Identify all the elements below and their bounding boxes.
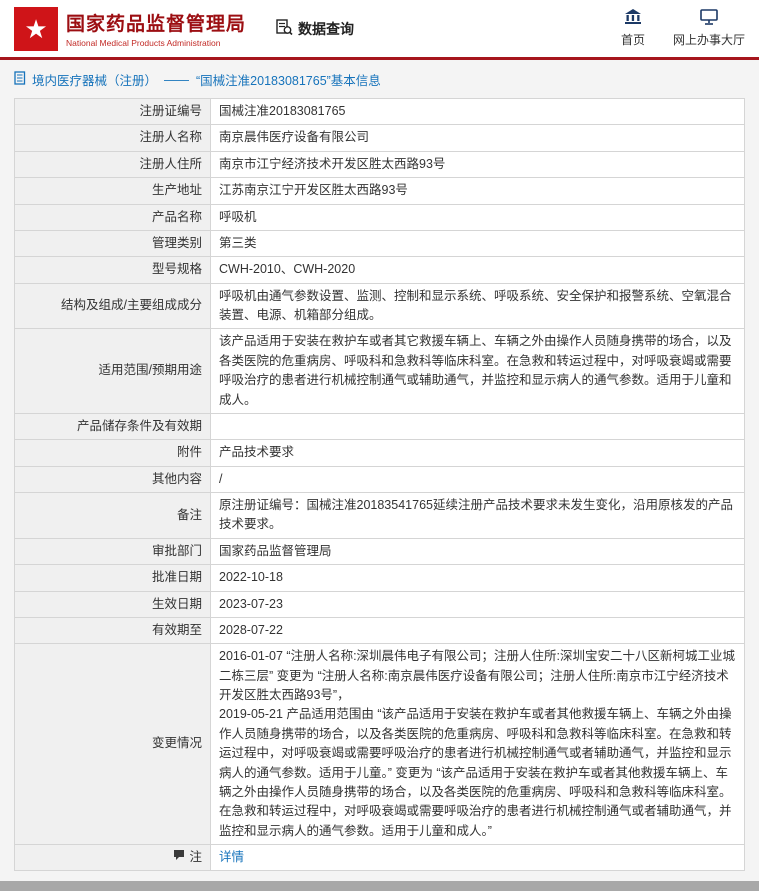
table-row: 有效期至 2028-07-22 — [14, 616, 745, 645]
row-value: 原注册证编号：国械注准20183541765延续注册产品技术要求未发生变化，沿用… — [210, 492, 745, 539]
breadcrumb-section-link[interactable]: 境内医疗器械（注册） — [32, 70, 157, 89]
nav-online-hall-label: 网上办事大厅 — [672, 33, 745, 47]
row-label: 结构及组成/主要组成成分 — [14, 282, 211, 330]
brand: ★ 国家药品监督管理局 National Medical Products Ad… — [14, 6, 246, 51]
row-label: 其他内容 — [14, 465, 211, 494]
row-value: 呼吸机由通气参数设置、监测、控制和显示系统、呼吸系统、安全保护和报警系统、空氧混… — [210, 282, 745, 330]
row-value: 该产品适用于安装在救护车或者其它救援车辆上、车辆之外由操作人员随身携带的场合，以… — [210, 328, 745, 414]
table-row: 注册证编号 国械注准20183081765 — [14, 97, 745, 126]
row-label: 型号规格 — [14, 256, 211, 284]
note-label-text: 注 — [189, 850, 202, 864]
row-value: 国械注准20183081765 — [210, 97, 745, 126]
brand-text: 国家药品监督管理局 National Medical Products Admi… — [66, 9, 246, 48]
document-icon — [14, 71, 27, 88]
online-hall-icon — [700, 9, 718, 28]
table-row-change-history: 变更情况 2016-01-07 “注册人名称:深圳晨伟电子有限公司；注册人住所:… — [14, 643, 745, 845]
note-icon — [173, 848, 185, 867]
breadcrumb: 境内医疗器械（注册） —— “国械注准20183081765”基本信息 — [14, 70, 745, 89]
table-row: 适用范围/预期用途 该产品适用于安装在救护车或者其它救援车辆上、车辆之外由操作人… — [14, 328, 745, 414]
row-value: 南京市江宁经济技术开发区胜太西路93号 — [210, 150, 745, 179]
row-value: 2028-07-22 — [210, 616, 745, 645]
nav-data-query[interactable]: 数据查询 — [276, 18, 355, 39]
row-value — [210, 412, 745, 441]
home-icon — [624, 9, 642, 28]
row-label: 附件 — [14, 439, 211, 467]
row-value: / — [210, 465, 745, 494]
row-label: 管理类别 — [14, 229, 211, 258]
table-row: 其他内容 / — [14, 465, 745, 494]
registration-info-table: 注册证编号 国械注准20183081765 注册人名称 南京晨伟医疗设备有限公司… — [14, 97, 745, 872]
row-value: 江苏南京江宁开发区胜太西路93号 — [210, 177, 745, 205]
row-value: 2022-10-18 — [210, 564, 745, 592]
data-query-magnifier-icon — [276, 18, 293, 39]
nmpa-logo-icon: ★ — [14, 6, 58, 51]
table-row: 产品储存条件及有效期 — [14, 412, 745, 441]
nav-home-label: 首页 — [620, 33, 645, 47]
row-value: 产品技术要求 — [210, 439, 745, 467]
table-row: 结构及组成/主要组成成分 呼吸机由通气参数设置、监测、控制和显示系统、呼吸系统、… — [14, 282, 745, 330]
agency-name-en: National Medical Products Administration — [66, 38, 221, 48]
table-row: 审批部门 国家药品监督管理局 — [14, 537, 745, 566]
table-row: 产品名称 呼吸机 — [14, 203, 745, 231]
row-label: 批准日期 — [14, 564, 211, 592]
row-value: 国家药品监督管理局 — [210, 537, 745, 566]
nav-online-hall[interactable]: 网上办事大厅 — [673, 9, 745, 48]
agency-name-cn: 国家药品监督管理局 — [66, 14, 247, 35]
row-label: 产品名称 — [14, 203, 211, 231]
site-header: ★ 国家药品监督管理局 National Medical Products Ad… — [0, 0, 759, 57]
row-label: 备注 — [14, 492, 211, 539]
row-label: 适用范围/预期用途 — [14, 328, 211, 414]
row-label: 产品储存条件及有效期 — [14, 412, 211, 441]
table-row-note: 注 详情 — [14, 843, 745, 872]
main-content: 境内医疗器械（注册） —— “国械注准20183081765”基本信息 注册证编… — [0, 70, 759, 872]
table-row: 注册人住所 南京市江宁经济技术开发区胜太西路93号 — [14, 150, 745, 179]
table-row: 型号规格 CWH-2010、CWH-2020 — [14, 256, 745, 284]
table-row: 管理类别 第三类 — [14, 229, 745, 258]
row-label: 注册人住所 — [14, 150, 211, 179]
table-row: 生效日期 2023-07-23 — [14, 590, 745, 618]
table-row: 附件 产品技术要求 — [14, 439, 745, 467]
table-row: 备注 原注册证编号：国械注准20183541765延续注册产品技术要求未发生变化… — [14, 492, 745, 539]
row-value: 第三类 — [210, 229, 745, 258]
row-value: 呼吸机 — [210, 203, 745, 231]
row-label: 生产地址 — [14, 177, 211, 205]
details-link[interactable]: 详情 — [219, 850, 244, 864]
table-row: 注册人名称 南京晨伟医疗设备有限公司 — [14, 124, 745, 152]
row-value: 2023-07-23 — [210, 590, 745, 618]
row-value: CWH-2010、CWH-2020 — [210, 256, 745, 284]
nav-home[interactable]: 首页 — [621, 9, 645, 48]
row-label: 注册证编号 — [14, 97, 211, 126]
row-value: 2016-01-07 “注册人名称:深圳晨伟电子有限公司；注册人住所:深圳宝安二… — [210, 643, 745, 845]
table-row: 生产地址 江苏南京江宁开发区胜太西路93号 — [14, 177, 745, 205]
row-label: 有效期至 — [14, 616, 211, 645]
table-row: 批准日期 2022-10-18 — [14, 564, 745, 592]
footer-band — [0, 881, 759, 891]
breadcrumb-separator: —— — [164, 72, 190, 87]
top-links: 首页 网上办事大厅 — [621, 9, 745, 48]
row-label: 注 — [14, 843, 211, 872]
row-value: 详情 — [210, 843, 745, 872]
breadcrumb-page-title: “国械注准20183081765”基本信息 — [196, 74, 381, 88]
row-label: 注册人名称 — [14, 124, 211, 152]
data-query-label: 数据查询 — [298, 20, 355, 37]
row-label: 变更情况 — [14, 643, 211, 845]
row-value: 南京晨伟医疗设备有限公司 — [210, 124, 745, 152]
header-red-divider — [0, 57, 759, 60]
row-label: 审批部门 — [14, 537, 211, 566]
row-label: 生效日期 — [14, 590, 211, 618]
